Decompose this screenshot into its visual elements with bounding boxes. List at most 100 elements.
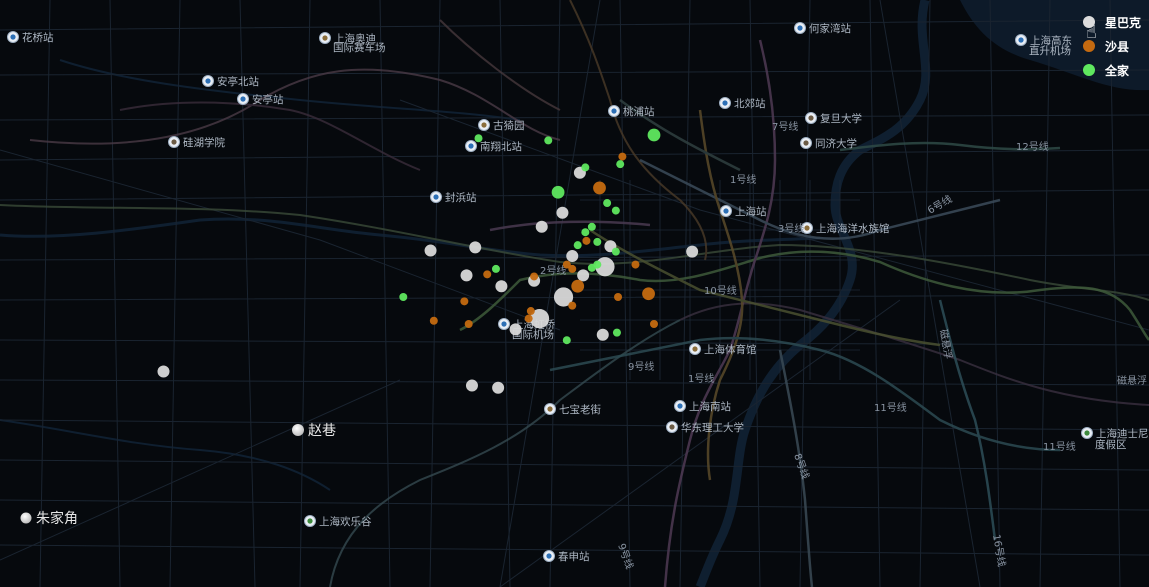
shaxian-marker[interactable] (582, 236, 591, 245)
metro-icon (465, 140, 477, 152)
place-label: 春申站 (543, 550, 590, 563)
airport-icon (1015, 34, 1027, 46)
shaxian-marker[interactable] (460, 297, 469, 306)
town-dot-icon (20, 512, 32, 524)
place-label: 何家湾站 (794, 22, 851, 35)
starbucks-marker[interactable] (509, 323, 522, 336)
landmark-icon (689, 343, 701, 355)
metro-line-label: 1号线 (688, 372, 714, 385)
place-name: 上海站 (735, 205, 767, 218)
place-label: 南翔北站 (465, 140, 522, 153)
legend-item-familymart[interactable]: 全家 (1082, 58, 1141, 82)
shaxian-marker[interactable] (631, 260, 640, 269)
park-icon (304, 515, 316, 527)
town-name: 朱家角 (36, 510, 78, 527)
shaxian-marker[interactable] (526, 307, 535, 316)
metro-line-label: 2号线 (540, 264, 566, 277)
familymart-marker[interactable] (399, 293, 408, 301)
familymart-marker[interactable] (593, 260, 602, 269)
shaxian-marker[interactable] (642, 287, 655, 301)
starbucks-marker[interactable] (469, 241, 482, 254)
metro-line-label: 3号线 (778, 222, 804, 235)
metro-line-label: 10号线 (704, 284, 737, 297)
starbucks-marker[interactable] (460, 269, 473, 282)
starbucks-marker[interactable] (596, 328, 609, 341)
starbucks-marker[interactable] (465, 379, 478, 392)
shaxian-marker[interactable] (530, 272, 539, 281)
metro-line-label: 9号线 (628, 360, 654, 373)
metro-icon (720, 205, 732, 217)
place-label: 桃浦站 (608, 105, 655, 118)
shaxian-marker[interactable] (593, 181, 606, 195)
starbucks-marker[interactable] (157, 365, 170, 378)
place-label: 复旦大学 (805, 112, 862, 125)
place-label: 上海站 (720, 205, 767, 218)
familymart-marker[interactable] (587, 222, 596, 231)
shaxian-marker[interactable] (568, 301, 577, 310)
shaxian-marker[interactable] (483, 270, 492, 279)
metro-icon (430, 191, 442, 203)
familymart-marker[interactable] (612, 328, 621, 337)
place-label: 直升机场 (1029, 44, 1071, 57)
familymart-marker[interactable] (491, 264, 500, 273)
shaxian-marker[interactable] (618, 152, 627, 161)
familymart-marker[interactable] (611, 247, 620, 256)
place-name: 封浜站 (445, 191, 477, 204)
shaxian-marker[interactable] (571, 279, 585, 293)
familymart-marker[interactable] (616, 160, 625, 169)
landmark-icon (478, 119, 490, 131)
place-name: 春申站 (558, 550, 590, 563)
familymart-marker[interactable] (647, 128, 661, 142)
place-name: 硅湖学院 (183, 136, 225, 149)
shaxian-marker[interactable] (429, 316, 438, 325)
town-dot-icon (292, 424, 304, 436)
metro-line-label: 11号线 (1043, 440, 1076, 453)
shaxian-marker[interactable] (464, 320, 473, 328)
familymart-marker[interactable] (603, 199, 612, 208)
familymart-marker[interactable] (593, 237, 602, 246)
place-name: 直升机场 (1029, 44, 1071, 57)
familymart-marker[interactable] (581, 228, 590, 237)
metro-line-label: 11号线 (874, 401, 907, 414)
metro-icon (719, 97, 731, 109)
map-canvas[interactable]: 花桥站 上海奥迪国际赛车场安亭北站安亭站硅湖学院古猗园南翔北站封浜站桃浦站北郊站何… (0, 0, 1149, 587)
place-label: 硅湖学院 (168, 136, 225, 149)
place-label: 度假区 (1095, 438, 1127, 451)
place-name: 上海体育馆 (704, 343, 757, 356)
place-name: 七宝老街 (559, 403, 601, 416)
metro-icon (237, 93, 249, 105)
hand-cursor-icon: ☝ (1086, 22, 1097, 43)
familymart-marker[interactable] (474, 134, 483, 143)
place-name: 上海海洋水族馆 (816, 222, 890, 235)
shaxian-marker[interactable] (524, 314, 533, 323)
starbucks-marker[interactable] (686, 245, 699, 258)
map-background (0, 0, 1149, 587)
starbucks-marker[interactable] (492, 381, 505, 394)
familymart-marker[interactable] (562, 336, 571, 345)
metro-icon (794, 22, 806, 34)
place-label: 安亭站 (237, 93, 284, 106)
school-icon (666, 421, 678, 433)
metro-icon (202, 75, 214, 87)
starbucks-marker[interactable] (577, 269, 590, 282)
starbucks-marker[interactable] (535, 220, 548, 233)
landmark-icon (319, 32, 331, 44)
place-name: 同济大学 (815, 137, 857, 150)
familymart-marker[interactable] (551, 185, 565, 199)
familymart-marker[interactable] (544, 136, 553, 145)
starbucks-marker[interactable] (556, 206, 569, 219)
familymart-marker[interactable] (611, 206, 620, 215)
familymart-marker[interactable] (581, 163, 590, 172)
shaxian-marker[interactable] (614, 293, 623, 301)
familymart-dot-icon (1082, 64, 1095, 76)
familymart-marker[interactable] (573, 241, 582, 250)
shaxian-marker[interactable] (562, 260, 571, 269)
starbucks-marker[interactable] (566, 249, 579, 262)
metro-icon (7, 31, 19, 43)
place-label: 七宝老街 (544, 403, 601, 416)
starbucks-marker[interactable] (424, 244, 437, 257)
place-label: 古猗园 (478, 119, 525, 132)
place-name: 安亭站 (252, 93, 284, 106)
shaxian-marker[interactable] (650, 320, 658, 328)
starbucks-marker[interactable] (495, 280, 508, 293)
